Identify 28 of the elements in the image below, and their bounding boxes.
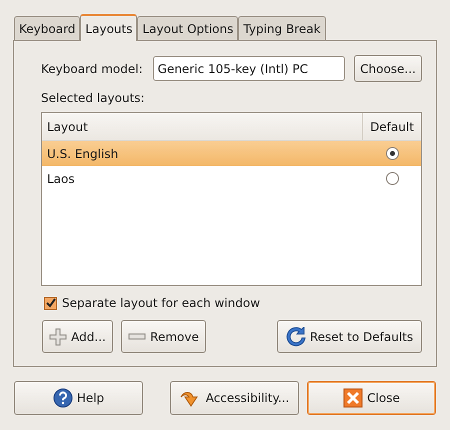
checkbox-label: Separate layout for each window: [62, 296, 260, 310]
default-radio[interactable]: [386, 147, 399, 160]
dialog-button[interactable]: Close: [307, 381, 436, 415]
tab[interactable]: Layout Options: [137, 16, 238, 40]
checkbox[interactable]: [44, 296, 57, 310]
tab[interactable]: Keyboard: [14, 16, 80, 40]
dialog-button[interactable]: Accessibility...: [170, 381, 299, 415]
layout-button[interactable]: Remove: [121, 320, 206, 353]
list-row[interactable]: U.S. English: [42, 141, 421, 166]
column-header[interactable]: Layout: [42, 113, 362, 140]
layout-name: U.S. English: [46, 146, 120, 160]
layout-button[interactable]: Add...: [42, 320, 113, 353]
layout-button[interactable]: Reset to Defaults: [277, 320, 422, 353]
help-icon: [52, 388, 73, 408]
choose-button[interactable]: Choose...: [354, 55, 422, 82]
tab[interactable]: Layouts: [80, 14, 138, 41]
dialog-button[interactable]: Help: [14, 381, 143, 415]
column-header[interactable]: Default: [362, 113, 421, 140]
tab[interactable]: Typing Break: [238, 16, 326, 40]
plus-icon: [49, 328, 68, 346]
field-label: Keyboard model:: [41, 62, 143, 76]
keyboard-model-field[interactable]: Generic 105-key (Intl) PC: [152, 56, 345, 81]
default-radio[interactable]: [386, 172, 399, 185]
section-label: Selected layouts:: [41, 91, 146, 105]
layout-name: Laos: [46, 172, 76, 186]
close-icon: [343, 388, 364, 408]
minus-icon: [128, 332, 146, 340]
refresh-icon: [286, 326, 306, 346]
